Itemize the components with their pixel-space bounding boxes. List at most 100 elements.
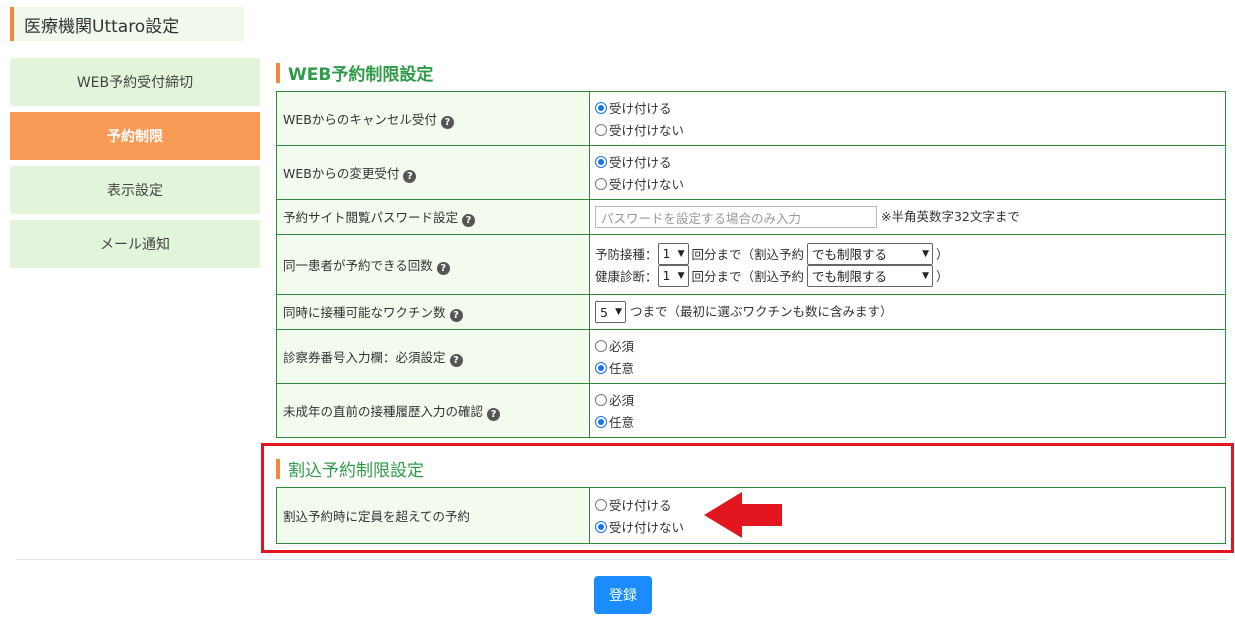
sidebar-item-web-deadline[interactable]: WEB予約受付締切 (10, 58, 260, 106)
radio-option[interactable]: 任意 (595, 411, 1225, 433)
divider (16, 559, 1228, 560)
setting-label-cell: 同一患者が予約できる回数? (276, 234, 590, 295)
setting-label-cell: WEBからの変更受付? (276, 145, 590, 200)
radio-option[interactable]: 受け付けない (595, 119, 1225, 141)
left-arrow-icon (704, 492, 782, 538)
radio-label: 必須 (609, 339, 635, 354)
help-icon[interactable]: ? (449, 353, 463, 367)
sidebar-item-label: メール通知 (100, 237, 170, 253)
vaccination-count-select[interactable]: 1 ▼ (657, 242, 689, 265)
radio-label: 任意 (609, 361, 635, 376)
web-settings-table: WEBからのキャンセル受付? 受け付ける 受け付けない WEBからの変更受付? … (276, 91, 1226, 438)
help-icon[interactable]: ? (403, 169, 417, 183)
setting-row-card-number: 診察券番号入力欄：必須設定? 必須 任意 (276, 329, 1226, 384)
setting-row-cancel: WEBからのキャンセル受付? 受け付ける 受け付けない (276, 91, 1226, 146)
radio-label: 受け付けない (609, 123, 685, 138)
page-title: 医療機関Uttaro設定 (10, 7, 244, 41)
help-icon[interactable]: ? (440, 115, 454, 129)
heading-accent-bar (276, 62, 280, 83)
help-icon[interactable]: ? (462, 214, 476, 227)
setting-value-cell: 受け付ける 受け付けない (589, 145, 1226, 200)
radio-button-checked[interactable] (595, 155, 607, 168)
radio-button-checked[interactable] (595, 415, 607, 428)
radio-button-checked[interactable] (595, 361, 607, 374)
chevron-down-icon: ▼ (677, 270, 685, 281)
setting-label-cell: 割込予約時に定員を超えての予約 (276, 487, 590, 544)
chevron-down-icon: ▼ (922, 270, 930, 281)
checkup-mode-select[interactable]: でも制限する ▼ (807, 264, 934, 287)
radio-option[interactable]: 必須 (595, 389, 1225, 411)
line-mid: 回分まで（割込予約 (691, 269, 805, 284)
radio-option[interactable]: 受け付ける (595, 97, 1225, 119)
setting-label-cell: 予約サイト閲覧パスワード設定? (276, 199, 590, 235)
sidebar-item-display-settings[interactable]: 表示設定 (10, 166, 260, 214)
checkup-count-select[interactable]: 1 ▼ (657, 264, 689, 287)
radio-label: 受け付ける (609, 498, 672, 513)
radio-button[interactable] (595, 393, 607, 406)
radio-option[interactable]: 必須 (595, 335, 1225, 357)
radio-label: 必須 (609, 393, 635, 408)
select-value: でも制限する (812, 247, 888, 262)
radio-button[interactable] (595, 498, 607, 511)
radio-button-checked[interactable] (595, 520, 607, 533)
help-icon[interactable]: ? (449, 309, 463, 322)
line-mid: 回分まで（割込予約 (691, 247, 805, 262)
setting-row-vaccine-count: 同時に接種可能なワクチン数? 5 ▼ つまで（最初に選ぶワクチンも数に含みます） (276, 294, 1226, 330)
setting-value-cell: 必須 任意 (589, 383, 1226, 438)
web-section-heading: WEB予約制限設定 (276, 60, 433, 85)
chevron-down-icon: ▼ (922, 248, 930, 259)
setting-label: 同時に接種可能なワクチン数 (283, 305, 446, 320)
setting-label: WEBからの変更受付 (283, 165, 400, 181)
setting-value-cell: パスワードを設定する場合のみ入力 ※半角英数字32文字まで (589, 199, 1226, 235)
password-placeholder: パスワードを設定する場合のみ入力 (601, 210, 802, 226)
setting-label-cell: 同時に接種可能なワクチン数? (276, 294, 590, 330)
password-note: ※半角英数字32文字まで (881, 208, 1020, 224)
setting-label: 同一患者が予約できる回数 (283, 257, 433, 273)
help-icon[interactable]: ? (436, 261, 450, 275)
radio-label: 受け付けない (609, 177, 685, 192)
vaccination-mode-select[interactable]: でも制限する ▼ (807, 242, 934, 265)
setting-row-patient-limit: 同一患者が予約できる回数? 予防接種： 1 ▼ 回分まで（割込予約 でも制限する ▼… (276, 234, 1226, 295)
radio-option[interactable]: 受け付けない (595, 173, 1225, 195)
radio-option[interactable]: 受け付ける (595, 151, 1225, 173)
vaccine-count-suffix: つまで（最初に選ぶワクチンも数に含みます） (629, 303, 893, 319)
setting-value-cell: 5 ▼ つまで（最初に選ぶワクチンも数に含みます） (589, 294, 1226, 330)
radio-button[interactable] (595, 123, 607, 136)
heading-accent-bar (276, 458, 280, 479)
sidebar-item-mail-notification[interactable]: メール通知 (10, 220, 260, 268)
radio-option[interactable]: 受け付けない (595, 516, 1225, 538)
select-value: 5 (600, 304, 608, 320)
setting-label-cell: 未成年の直前の接種履歴入力の確認? (276, 383, 590, 438)
radio-option[interactable]: 受け付ける (595, 494, 1225, 516)
radio-button[interactable] (595, 339, 607, 352)
setting-value-cell: 予防接種： 1 ▼ 回分まで（割込予約 でも制限する ▼ ） 健康診断： 1 ▼ 回分… (589, 234, 1226, 295)
chevron-down-icon: ▼ (615, 307, 622, 318)
setting-label-cell: 診察券番号入力欄：必須設定? (276, 329, 590, 384)
setting-row-change: WEBからの変更受付? 受け付ける 受け付けない (276, 145, 1226, 200)
register-button[interactable]: 登録 (594, 576, 652, 614)
sidebar: WEB予約受付締切 予約制限 表示設定 メール通知 (10, 58, 260, 274)
line-prefix: 予防接種： (595, 247, 658, 262)
sidebar-item-label: WEB予約受付締切 (76, 75, 194, 91)
password-input[interactable]: パスワードを設定する場合のみ入力 (595, 206, 877, 229)
radio-label: 受け付ける (609, 101, 672, 116)
select-value: 1 (662, 268, 671, 283)
sidebar-item-label: 予約制限 (107, 129, 163, 145)
vaccine-count-select[interactable]: 5 ▼ (595, 301, 626, 324)
setting-label: WEBからのキャンセル受付 (283, 111, 437, 127)
line-prefix: 健康診断： (595, 269, 658, 284)
radio-button-checked[interactable] (595, 101, 607, 114)
setting-label: 予約サイト閲覧パスワード設定 (283, 210, 459, 225)
chevron-down-icon: ▼ (677, 248, 685, 259)
radio-option[interactable]: 任意 (595, 357, 1225, 379)
setting-value-cell: 必須 任意 (589, 329, 1226, 384)
radio-button[interactable] (595, 177, 607, 190)
checkup-limit-line: 健康診断： 1 ▼ 回分まで（割込予約 でも制限する ▼ ） (595, 263, 1225, 289)
interrupt-section-title: 割込予約制限設定 (288, 461, 424, 481)
interrupt-section-heading: 割込予約制限設定 (276, 456, 424, 481)
help-icon[interactable]: ? (487, 407, 501, 421)
select-value: でも制限する (812, 269, 888, 284)
sidebar-item-reservation-limit[interactable]: 予約制限 (10, 112, 260, 160)
sidebar-item-label: 表示設定 (107, 183, 163, 199)
radio-label: 受け付けない (609, 520, 685, 535)
